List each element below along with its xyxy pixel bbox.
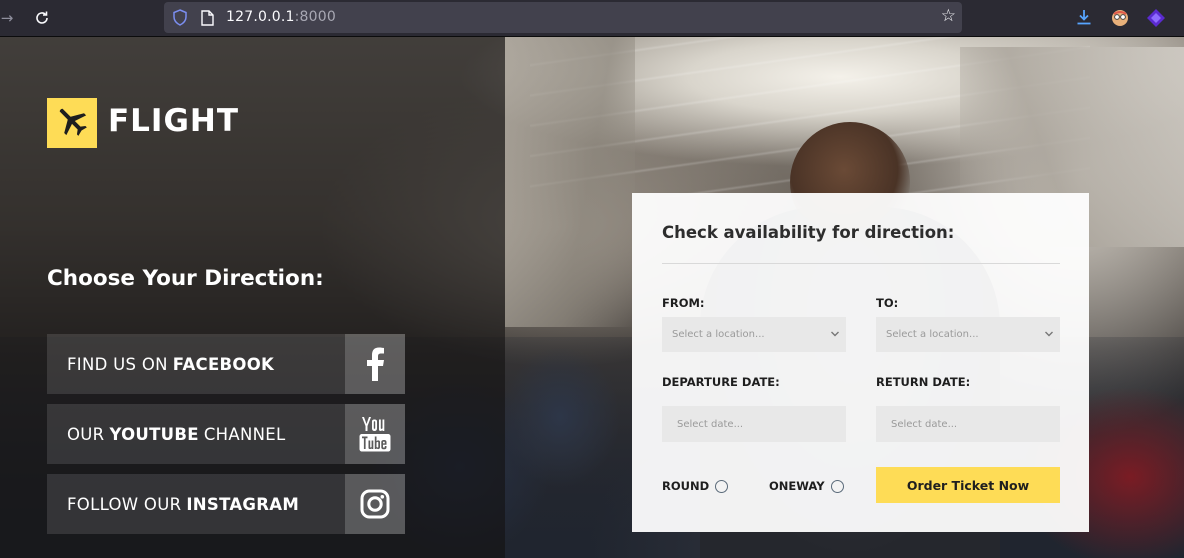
return-date-input[interactable]: Select date... (876, 406, 1060, 442)
background-photo-bin (505, 37, 635, 327)
social-label[interactable]: FOLLOW OUR INSTAGRAM (47, 474, 345, 534)
bookmark-star-icon[interactable]: ☆ (941, 6, 956, 26)
availability-form: Check availability for direction: FROM: … (632, 193, 1089, 532)
from-label: FROM: (662, 296, 705, 310)
round-radio-label: ROUND (662, 479, 710, 493)
departure-date-placeholder: Select date... (677, 418, 744, 430)
page-icon (201, 10, 214, 31)
to-select-placeholder: Select a location... (886, 329, 979, 340)
facebook-icon[interactable] (345, 334, 405, 394)
from-select[interactable]: Select a location... (662, 317, 846, 352)
url-port: :8000 (294, 9, 336, 25)
departure-date-label: DEPARTURE DATE: (662, 375, 780, 389)
extension-icon[interactable] (1110, 8, 1130, 33)
chevron-down-icon (1044, 329, 1054, 342)
page: FLIGHT Choose Your Direction: FIND US ON… (0, 37, 1184, 558)
social-label[interactable]: FIND US ON FACEBOOK (47, 334, 345, 394)
download-icon[interactable] (1075, 8, 1093, 31)
facebook-link[interactable]: FIND US ON FACEBOOK (47, 334, 405, 394)
url-bar[interactable]: 127.0.0.1:8000 ☆ (164, 2, 962, 33)
social-label-text: FOLLOW OUR (67, 494, 182, 514)
divider (662, 263, 1060, 264)
logo-text[interactable]: FLIGHT (108, 103, 239, 139)
round-radio[interactable]: ROUND (662, 479, 729, 493)
social-label-bold: YOUTUBE (109, 424, 199, 444)
shield-icon[interactable] (172, 9, 188, 31)
return-date-label: RETURN DATE: (876, 375, 971, 389)
social-label-bold: FACEBOOK (172, 354, 275, 374)
social-label[interactable]: OUR YOUTUBE CHANNEL (47, 404, 345, 464)
back-icon[interactable]: → (0, 7, 18, 29)
chevron-down-icon (830, 329, 840, 342)
oneway-radio-button[interactable] (830, 479, 844, 493)
logo[interactable] (47, 98, 97, 148)
youtube-link[interactable]: OUR YOUTUBE CHANNEL (47, 404, 405, 464)
youtube-icon[interactable] (345, 404, 405, 464)
airplane-icon (55, 104, 89, 143)
social-label-text: FIND US ON (67, 354, 168, 374)
url-text[interactable]: 127.0.0.1:8000 (226, 9, 336, 25)
reload-icon[interactable] (31, 7, 53, 29)
social-label-bold: INSTAGRAM (186, 494, 300, 514)
round-radio-button[interactable] (715, 479, 729, 493)
instagram-link[interactable]: FOLLOW OUR INSTAGRAM (47, 474, 405, 534)
section-heading: Choose Your Direction: (47, 266, 324, 291)
to-label: TO: (876, 296, 899, 310)
social-label-text: CHANNEL (203, 424, 286, 444)
return-date-placeholder: Select date... (891, 418, 958, 430)
from-select-placeholder: Select a location... (672, 329, 765, 340)
instagram-icon[interactable] (345, 474, 405, 534)
oneway-radio-label: ONEWAY (769, 479, 825, 493)
to-select[interactable]: Select a location... (876, 317, 1060, 352)
oneway-radio[interactable]: ONEWAY (769, 479, 844, 493)
url-host: 127.0.0.1 (226, 9, 295, 25)
departure-date-input[interactable]: Select date... (662, 406, 846, 442)
browser-toolbar: → 127.0.0.1:8000 ☆ (0, 0, 1184, 37)
form-title: Check availability for direction: (662, 223, 955, 242)
extension-icon[interactable] (1146, 8, 1166, 33)
social-label-text: OUR (67, 424, 105, 444)
order-ticket-button[interactable]: Order Ticket Now (876, 467, 1060, 503)
